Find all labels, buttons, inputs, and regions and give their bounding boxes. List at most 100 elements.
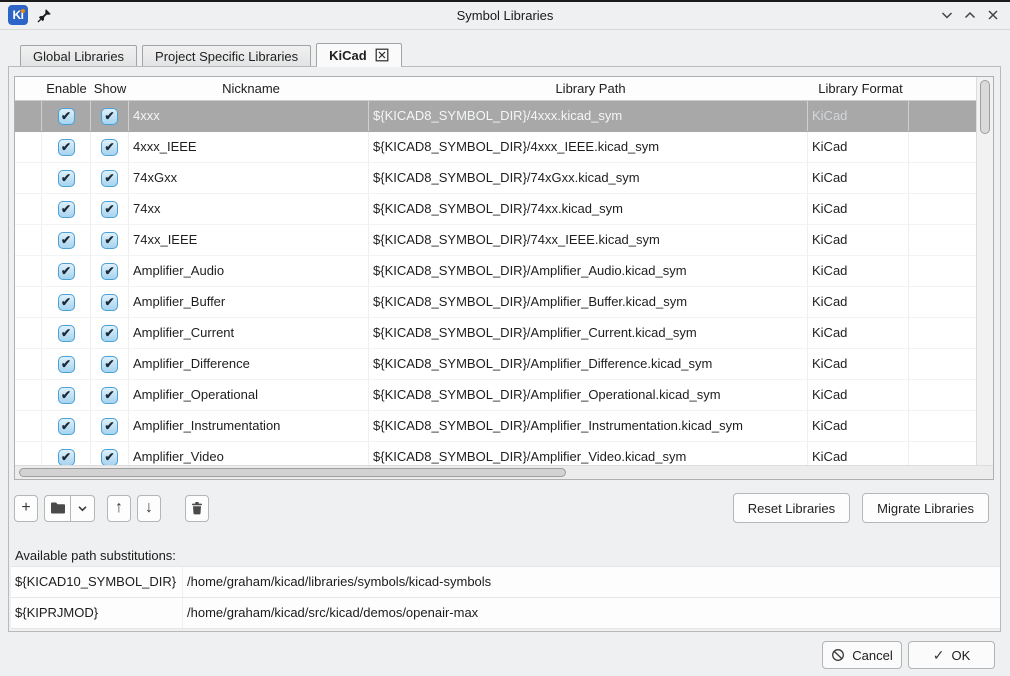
filler-cell xyxy=(909,256,977,286)
table-row[interactable]: ✔✔Amplifier_Instrumentation${KICAD8_SYMB… xyxy=(15,411,977,442)
enable-cell: ✔ xyxy=(42,163,91,193)
browse-library-button[interactable] xyxy=(44,495,71,522)
show-checkbox[interactable]: ✔ xyxy=(101,139,118,156)
show-checkbox[interactable]: ✔ xyxy=(101,201,118,218)
row-handle[interactable] xyxy=(15,163,42,193)
enable-checkbox[interactable]: ✔ xyxy=(58,294,75,311)
enable-checkbox[interactable]: ✔ xyxy=(58,201,75,218)
table-row[interactable]: ✔✔4xxx_IEEE${KICAD8_SYMBOL_DIR}/4xxx_IEE… xyxy=(15,132,977,163)
delete-library-button[interactable] xyxy=(185,495,209,522)
reset-libraries-button[interactable]: Reset Libraries xyxy=(733,493,850,523)
column-header-nickname[interactable]: Nickname xyxy=(129,77,369,100)
row-handle[interactable] xyxy=(15,194,42,224)
ok-button[interactable]: ✓ OK xyxy=(908,641,995,669)
enable-checkbox[interactable]: ✔ xyxy=(58,263,75,280)
enable-cell: ✔ xyxy=(42,380,91,410)
enable-cell: ✔ xyxy=(42,442,91,466)
table-actions: + ↑ ↓ xyxy=(14,492,997,524)
library-format-cell: KiCad xyxy=(808,411,909,441)
row-handle[interactable] xyxy=(15,101,42,131)
nickname-cell: Amplifier_Difference xyxy=(129,349,369,379)
table-row[interactable]: ✔✔74xx${KICAD8_SYMBOL_DIR}/74xx.kicad_sy… xyxy=(15,194,977,225)
enable-checkbox[interactable]: ✔ xyxy=(58,418,75,435)
nickname-cell: 74xx xyxy=(129,194,369,224)
table-row[interactable]: ✔✔Amplifier_Buffer${KICAD8_SYMBOL_DIR}/A… xyxy=(15,287,977,318)
show-checkbox[interactable]: ✔ xyxy=(101,449,118,466)
row-handle[interactable] xyxy=(15,318,42,348)
show-checkbox[interactable]: ✔ xyxy=(101,418,118,435)
add-library-button[interactable]: + xyxy=(14,495,38,522)
enable-checkbox[interactable]: ✔ xyxy=(58,387,75,404)
nickname-cell: 74xGxx xyxy=(129,163,369,193)
row-handle[interactable] xyxy=(15,287,42,317)
show-checkbox[interactable]: ✔ xyxy=(101,232,118,249)
table-row[interactable]: ✔✔4xxx${KICAD8_SYMBOL_DIR}/4xxx.kicad_sy… xyxy=(15,101,977,132)
shade-icon[interactable] xyxy=(940,8,954,22)
enable-cell: ✔ xyxy=(42,225,91,255)
show-checkbox[interactable]: ✔ xyxy=(101,387,118,404)
show-checkbox[interactable]: ✔ xyxy=(101,356,118,373)
table-row[interactable]: ✔✔Amplifier_Video${KICAD8_SYMBOL_DIR}/Am… xyxy=(15,442,977,466)
row-handle[interactable] xyxy=(15,442,42,466)
show-checkbox[interactable]: ✔ xyxy=(101,263,118,280)
maximize-icon[interactable] xyxy=(963,8,977,22)
nickname-cell: Amplifier_Audio xyxy=(129,256,369,286)
horizontal-scrollbar[interactable] xyxy=(15,465,993,479)
enable-checkbox[interactable]: ✔ xyxy=(58,232,75,249)
tab-project-specific-libraries[interactable]: Project Specific Libraries xyxy=(142,45,311,66)
row-handle[interactable] xyxy=(15,225,42,255)
show-checkbox[interactable]: ✔ xyxy=(101,294,118,311)
column-header-library-format[interactable]: Library Format xyxy=(808,77,909,100)
show-checkbox[interactable]: ✔ xyxy=(101,325,118,342)
show-cell: ✔ xyxy=(91,411,129,441)
show-checkbox[interactable]: ✔ xyxy=(101,108,118,125)
table-row[interactable]: ✔✔74xGxx${KICAD8_SYMBOL_DIR}/74xGxx.kica… xyxy=(15,163,977,194)
tab-kicad[interactable]: KiCad xyxy=(316,43,402,66)
enable-checkbox[interactable]: ✔ xyxy=(58,108,75,125)
table-row[interactable]: ✔✔74xx_IEEE${KICAD8_SYMBOL_DIR}/74xx_IEE… xyxy=(15,225,977,256)
filler-cell xyxy=(909,132,977,162)
column-header-library-path[interactable]: Library Path xyxy=(369,77,808,100)
enable-checkbox[interactable]: ✔ xyxy=(58,449,75,466)
migrate-libraries-button[interactable]: Migrate Libraries xyxy=(862,493,989,523)
library-path-cell: ${KICAD8_SYMBOL_DIR}/4xxx_IEEE.kicad_sym xyxy=(369,132,808,162)
enable-checkbox[interactable]: ✔ xyxy=(58,325,75,342)
move-up-button[interactable]: ↑ xyxy=(107,495,131,522)
row-handle[interactable] xyxy=(15,411,42,441)
show-cell: ✔ xyxy=(91,287,129,317)
vertical-scrollbar-thumb[interactable] xyxy=(980,80,990,134)
column-header-enable[interactable]: Enable xyxy=(42,77,91,100)
row-handle[interactable] xyxy=(15,256,42,286)
cancel-button[interactable]: Cancel xyxy=(822,641,902,669)
show-cell: ✔ xyxy=(91,256,129,286)
enable-checkbox[interactable]: ✔ xyxy=(58,139,75,156)
enable-checkbox[interactable]: ✔ xyxy=(58,356,75,373)
row-handle[interactable] xyxy=(15,349,42,379)
vertical-scrollbar[interactable] xyxy=(976,77,993,466)
row-handle[interactable] xyxy=(15,380,42,410)
enable-checkbox[interactable]: ✔ xyxy=(58,170,75,187)
close-icon[interactable] xyxy=(986,8,1000,22)
pin-icon[interactable] xyxy=(37,8,52,23)
library-format-cell: KiCad xyxy=(808,163,909,193)
titlebar[interactable]: Ki Symbol Libraries xyxy=(0,2,1010,30)
filler-cell xyxy=(909,101,977,131)
tab-global-libraries[interactable]: Global Libraries xyxy=(20,45,137,66)
library-path-cell: ${KICAD8_SYMBOL_DIR}/Amplifier_Differenc… xyxy=(369,349,808,379)
table-body: ✔✔4xxx${KICAD8_SYMBOL_DIR}/4xxx.kicad_sy… xyxy=(15,101,977,466)
show-checkbox[interactable]: ✔ xyxy=(101,170,118,187)
browse-library-dropdown[interactable] xyxy=(71,495,95,522)
table-row[interactable]: ✔✔Amplifier_Current${KICAD8_SYMBOL_DIR}/… xyxy=(15,318,977,349)
library-format-cell: KiCad xyxy=(808,225,909,255)
enable-cell: ✔ xyxy=(42,101,91,131)
table-row[interactable]: ✔✔Amplifier_Audio${KICAD8_SYMBOL_DIR}/Am… xyxy=(15,256,977,287)
row-handle[interactable] xyxy=(15,132,42,162)
move-down-button[interactable]: ↓ xyxy=(137,495,161,522)
table-row[interactable]: ✔✔Amplifier_Operational${KICAD8_SYMBOL_D… xyxy=(15,380,977,411)
library-format-cell: KiCad xyxy=(808,380,909,410)
tab-close-icon[interactable] xyxy=(375,48,389,62)
horizontal-scrollbar-thumb[interactable] xyxy=(19,468,566,477)
column-header-show[interactable]: Show xyxy=(91,77,129,100)
substitution-row: ${KICAD10_SYMBOL_DIR}/home/graham/kicad/… xyxy=(11,567,1000,598)
table-row[interactable]: ✔ ✔ Amplifier_Difference${KICAD8_SYMBOL_DI… xyxy=(15,349,977,380)
